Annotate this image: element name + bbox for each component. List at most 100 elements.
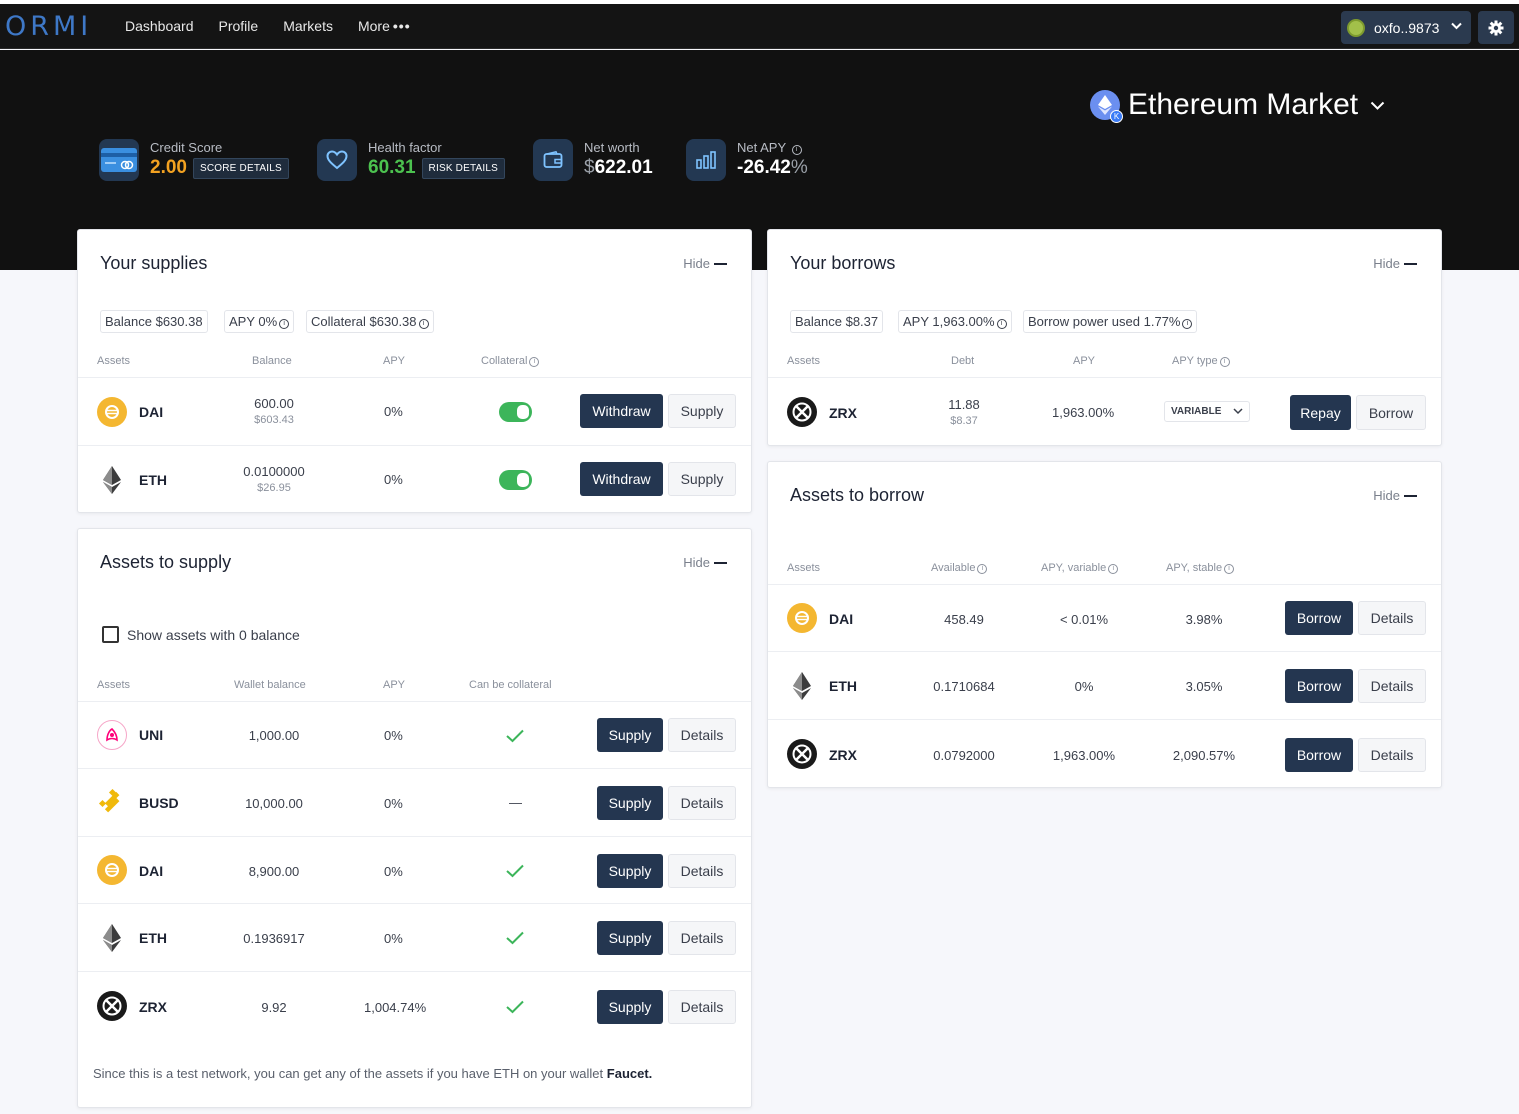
table-row: ETH 0.0100000 $26.95 0% Withdraw Supply [78, 445, 751, 513]
borrow-button[interactable]: Borrow [1285, 601, 1353, 635]
info-icon[interactable]: i [1219, 357, 1230, 367]
faucet-link[interactable]: Faucet. [607, 1066, 653, 1081]
info-icon[interactable]: i [977, 564, 988, 574]
details-button[interactable]: Details [1358, 738, 1426, 772]
chevron-down-icon [1451, 22, 1463, 33]
apy-cell: 0% [384, 931, 403, 946]
info-icon[interactable]: i [1182, 319, 1193, 329]
info-icon[interactable]: i [996, 319, 1007, 329]
apy-type-select[interactable]: VARIABLE [1164, 401, 1251, 422]
borrow-button[interactable]: Borrow [1356, 395, 1426, 430]
info-icon[interactable]: i [279, 319, 290, 329]
testnet-footnote: Since this is a test network, you can ge… [93, 1066, 652, 1081]
supply-button[interactable]: Supply [597, 718, 663, 752]
health-factor-stat: Health factor 60.31 RISK DETAILS [317, 139, 506, 181]
info-icon[interactable]: i [1224, 564, 1235, 574]
bar-chart-icon [686, 139, 726, 181]
details-button[interactable]: Details [1358, 601, 1426, 635]
nav-dashboard[interactable]: Dashboard [125, 18, 194, 34]
table-row: DAI 600.00 $603.43 0% Withdraw Supply [78, 377, 751, 445]
check-icon [506, 931, 524, 945]
hide-toggle[interactable]: Hide [683, 555, 727, 570]
borrow-power-chip: Borrow power used 1.77% i [1023, 310, 1198, 333]
supply-button[interactable]: Supply [668, 462, 736, 496]
minus-icon [714, 263, 727, 265]
nav-markets[interactable]: Markets [283, 18, 333, 34]
info-icon[interactable]: i [791, 145, 802, 155]
info-icon[interactable]: i [418, 319, 429, 329]
net-apy-stat: Net APY i -26.42 % [686, 139, 808, 181]
apy-stable-cell: 3.98% [1185, 612, 1223, 627]
repay-button[interactable]: Repay [1290, 395, 1351, 430]
apy-type-value: VARIABLE [1171, 406, 1222, 417]
header-assets: Assets [787, 562, 821, 574]
wallet-balance-cell: 10,000.00 [245, 796, 303, 811]
asset-name: DAI [829, 611, 854, 627]
supply-button[interactable]: Supply [597, 921, 663, 955]
header-apy-variable: APY, variable i [1041, 562, 1119, 574]
withdraw-button[interactable]: Withdraw [580, 462, 663, 496]
withdraw-button[interactable]: Withdraw [580, 394, 663, 428]
header-debt: Debt [951, 355, 975, 367]
balance-value: 0.0100000 [243, 464, 305, 479]
collateral-toggle[interactable] [499, 470, 532, 490]
collateral-chip: Collateral $630.38 i [306, 310, 434, 333]
net-apy-unit: % [790, 157, 808, 178]
market-selector[interactable]: K Ethereum Market [1090, 88, 1385, 123]
nav-more-label: More [357, 18, 390, 34]
settings-button[interactable] [1478, 11, 1514, 44]
nav-profile[interactable]: Profile [219, 18, 259, 34]
header-available: Available i [931, 562, 988, 574]
details-button[interactable]: Details [668, 854, 736, 888]
supply-button[interactable]: Supply [668, 394, 736, 428]
credit-score-stat: Credit Score 2.00 SCORE DETAILS [99, 139, 289, 181]
apy-cell: 0% [384, 728, 403, 743]
apy-stable-cell: 3.05% [1185, 679, 1223, 694]
details-button[interactable]: Details [668, 990, 736, 1024]
info-icon[interactable]: i [529, 357, 540, 367]
borrow-button[interactable]: Borrow [1285, 738, 1353, 772]
details-button[interactable]: Details [1358, 669, 1426, 703]
logo[interactable]: ORMI [5, 11, 92, 42]
supply-button[interactable]: Supply [597, 990, 663, 1024]
available-cell: 458.49 [944, 612, 984, 627]
hide-toggle[interactable]: Hide [1373, 488, 1417, 503]
wallet-button[interactable]: oxfo..9873 [1341, 11, 1471, 44]
header-apy-variable-label: APY, variable [1041, 562, 1107, 574]
info-icon[interactable]: i [1108, 564, 1119, 574]
supply-button[interactable]: Supply [597, 854, 663, 888]
collateral-toggle[interactable] [499, 402, 532, 422]
header-can-be-collateral: Can be collateral [469, 679, 552, 691]
show-zero-balance-label[interactable]: Show assets with 0 balance [127, 627, 300, 643]
header-apy-type-label: APY type [1172, 355, 1218, 367]
debt-usd: $8.37 [950, 415, 978, 427]
nav-more[interactable]: More ••• [358, 18, 411, 34]
borrow-button[interactable]: Borrow [1285, 669, 1353, 703]
asset-name: ZRX [829, 747, 857, 763]
asset-name: DAI [139, 863, 164, 879]
hide-toggle[interactable]: Hide [683, 256, 727, 271]
hide-toggle[interactable]: Hide [1373, 256, 1417, 271]
table-row: ZRX 9.92 1,004.74% Supply Details [78, 971, 751, 1040]
wallet-balance-cell: 1,000.00 [248, 728, 300, 743]
asset-name: ZRX [139, 999, 167, 1015]
risk-details-button[interactable]: RISK DETAILS [421, 157, 506, 179]
score-details-button[interactable]: SCORE DETAILS [192, 157, 289, 179]
header-apy-stable: APY, stable i [1166, 562, 1235, 574]
uni-icon [97, 720, 127, 750]
navbar: ORMI Dashboard Profile Markets More ••• o… [0, 4, 1519, 49]
not-collateral-dash: — [509, 795, 522, 810]
collateral-chip-label: Collateral $630.38 [311, 314, 417, 329]
details-button[interactable]: Details [668, 718, 736, 752]
apy-variable-cell: < 0.01% [1059, 612, 1109, 627]
apy-cell: 1,963.00% [1052, 405, 1115, 420]
header-apy-stable-label: APY, stable [1166, 562, 1223, 574]
minus-icon [714, 562, 727, 564]
supply-button[interactable]: Supply [597, 786, 663, 820]
header-assets: Assets [97, 355, 131, 367]
show-zero-balance-checkbox[interactable] [102, 626, 119, 643]
details-button[interactable]: Details [668, 786, 736, 820]
net-worth-value: 622.01 [594, 157, 653, 178]
header-available-label: Available [931, 562, 976, 574]
details-button[interactable]: Details [668, 921, 736, 955]
